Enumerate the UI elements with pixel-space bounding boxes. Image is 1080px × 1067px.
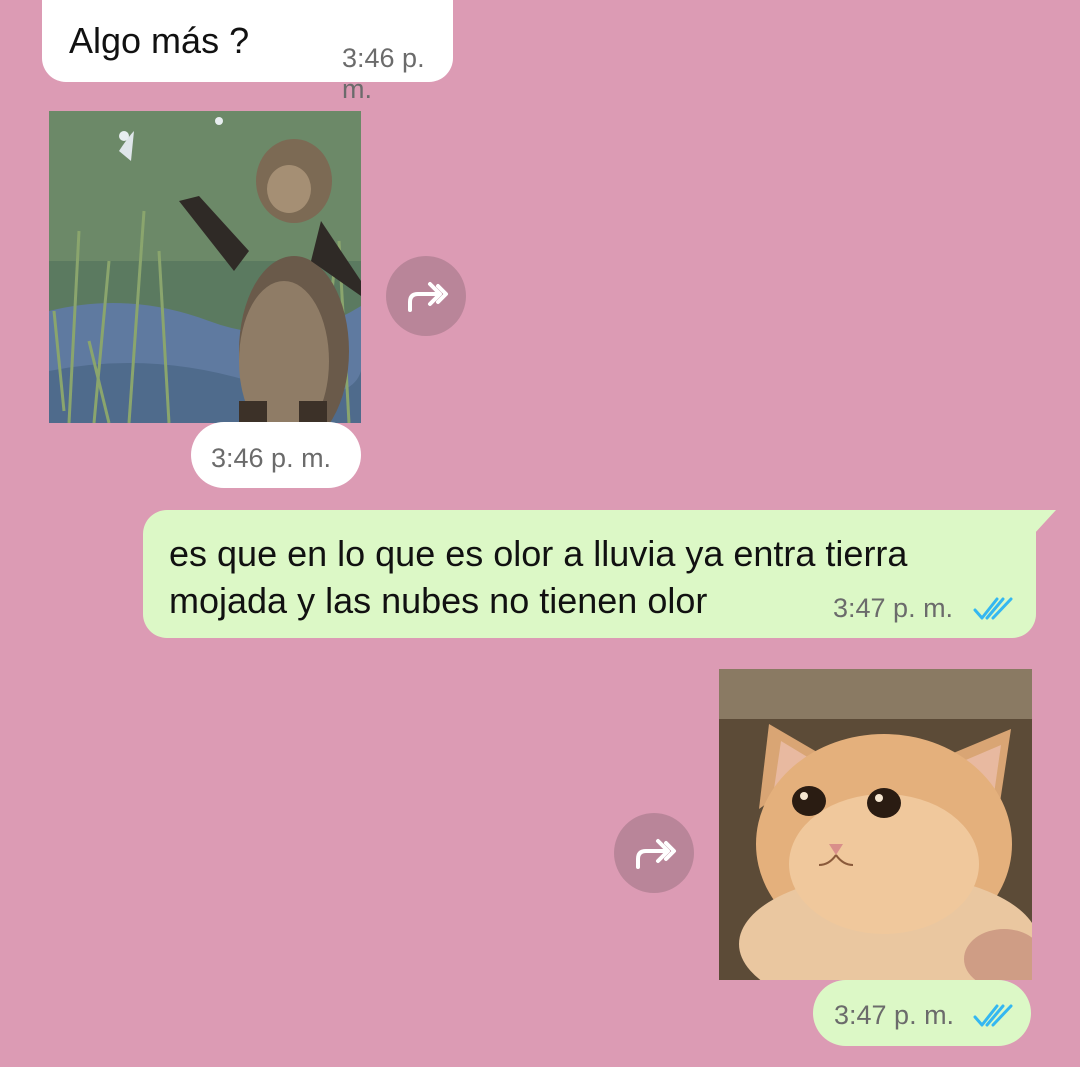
forward-button[interactable] bbox=[614, 813, 694, 893]
double-check-icon bbox=[973, 1004, 1013, 1027]
cat-sticker[interactable] bbox=[719, 669, 1032, 980]
forward-icon bbox=[636, 839, 676, 869]
outgoing-message-bubble[interactable]: es que en lo que es olor a lluvia ya ent… bbox=[143, 510, 1036, 638]
forward-button[interactable] bbox=[386, 256, 466, 336]
cat-sticker-image bbox=[719, 669, 1032, 980]
monkey-sticker-image bbox=[49, 111, 361, 423]
bubble-tail bbox=[1030, 510, 1056, 534]
message-time: 3:46 p. m. bbox=[211, 443, 332, 473]
double-check-icon bbox=[973, 597, 1013, 620]
sticker-time-pill: 3:47 p. m. bbox=[813, 980, 1031, 1046]
monkey-sticker[interactable] bbox=[49, 111, 361, 423]
message-time: 3:46 p. m. bbox=[342, 43, 425, 104]
incoming-message-bubble[interactable]: Algo más ? 3:46 p. m. bbox=[42, 0, 453, 104]
message-text: Algo más ? bbox=[69, 20, 250, 61]
message-time: 3:47 p. m. bbox=[833, 593, 954, 623]
sticker-time-pill: 3:46 p. m. bbox=[191, 422, 361, 488]
forward-icon bbox=[408, 282, 448, 312]
message-time: 3:47 p. m. bbox=[834, 1000, 955, 1030]
